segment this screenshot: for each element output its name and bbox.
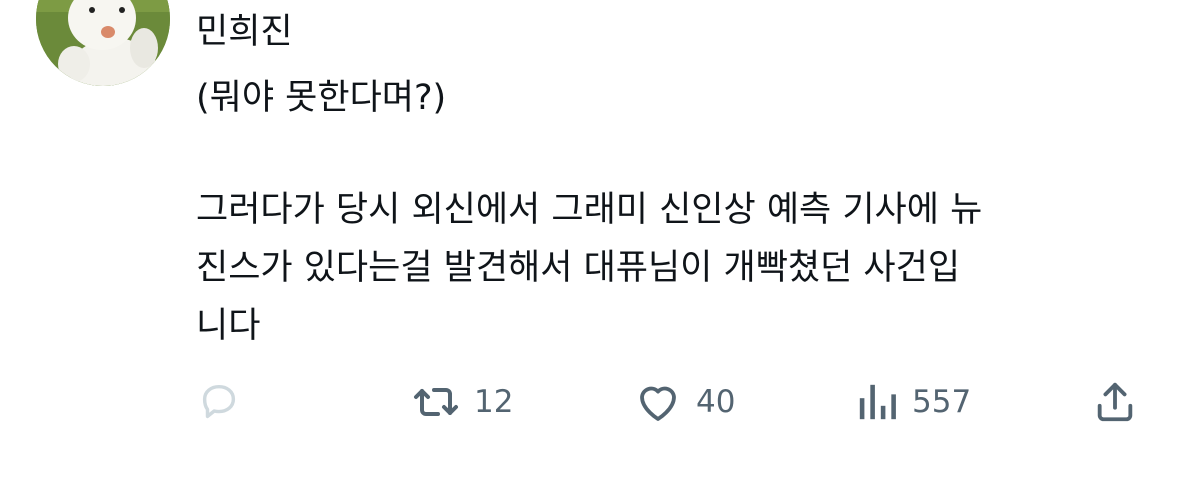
post-text-line: 니다	[196, 306, 261, 346]
heart-icon	[640, 386, 676, 421]
views-icon	[859, 384, 896, 420]
post-text-line: (뭐야 못한다며?)	[196, 78, 447, 118]
share-icon	[1097, 382, 1133, 422]
post-text-line: 진스가 있다는걸 발견해서 대퓨님이 개빡쳤던 사건입	[196, 248, 961, 288]
reply-icon	[202, 384, 236, 419]
like-button[interactable]: 40	[634, 372, 735, 432]
avatar[interactable]	[36, 0, 170, 86]
post-text-line: 그러다가 당시 외신에서 그래미 신인상 예측 기사에 뉴	[196, 190, 983, 230]
retweet-count: 12	[474, 384, 514, 420]
avatar-image	[36, 0, 170, 86]
author-name[interactable]: 민희진	[196, 8, 293, 56]
retweet-icon	[414, 388, 458, 416]
views-button[interactable]: 557	[856, 372, 971, 432]
retweet-button[interactable]: 12	[412, 372, 513, 432]
like-count: 40	[696, 384, 736, 420]
views-count: 557	[912, 384, 972, 420]
action-bar: 12 40 557	[0, 372, 1179, 432]
reply-button[interactable]	[196, 372, 242, 432]
share-button[interactable]	[1092, 372, 1138, 432]
